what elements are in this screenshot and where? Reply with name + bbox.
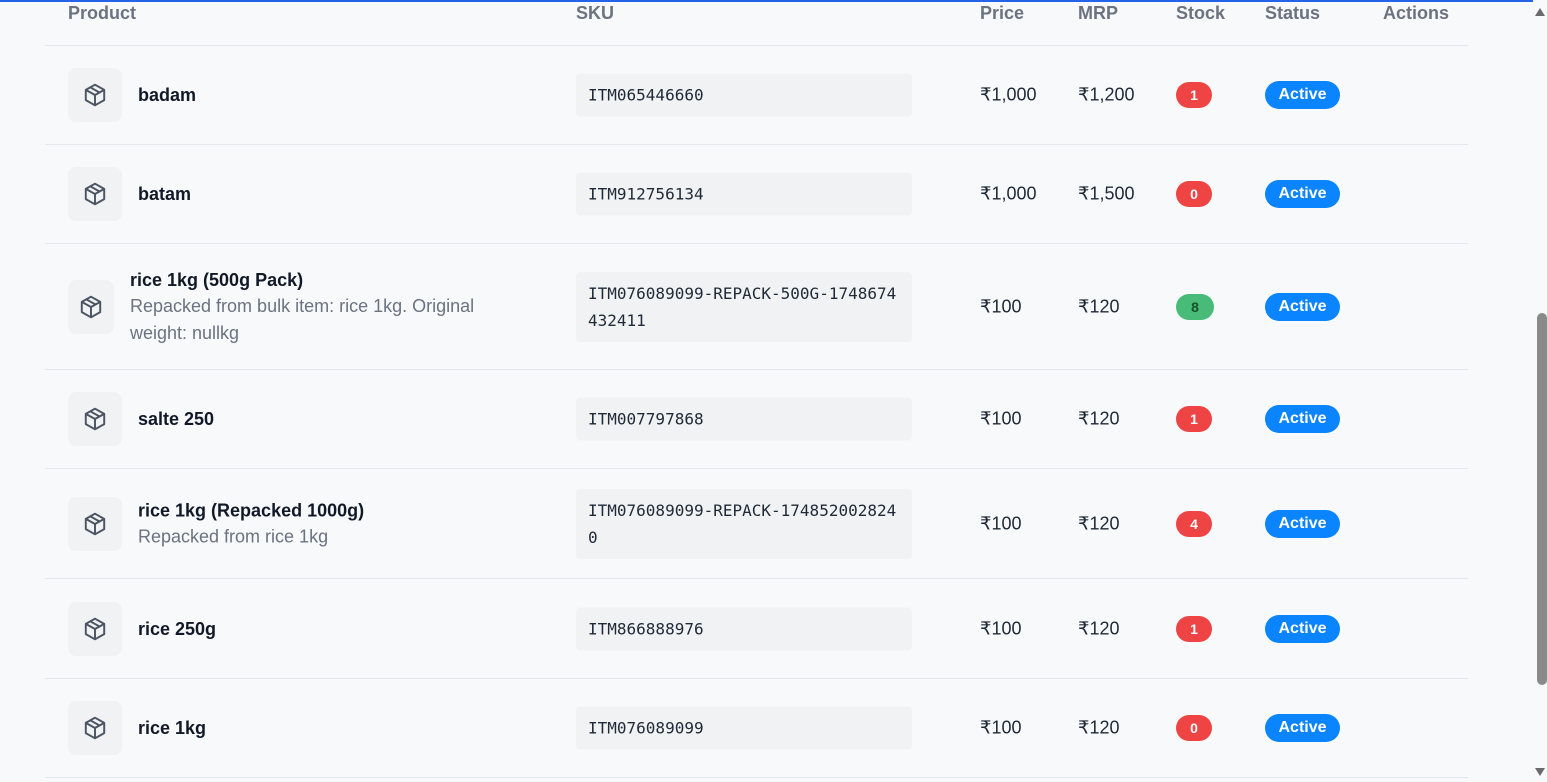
table-row[interactable]: rice 1kg (Repacked 1000g) Repacked from r… (45, 469, 1468, 579)
products-table: Product SKU Price MRP Stock Status Actio… (45, 0, 1468, 778)
table-row[interactable]: salte 250 ITM007797868 ₹100 ₹120 1 Active (45, 370, 1468, 469)
product-list-page: Product SKU Price MRP Stock Status Actio… (0, 0, 1547, 782)
sku-code: ITM076089099-REPACK-1748520028240 (576, 488, 912, 559)
product-info: rice 250g (138, 616, 528, 642)
status-badge[interactable]: Active (1265, 292, 1340, 321)
price-value: ₹100 (980, 513, 1022, 533)
header-actions: Actions (1383, 3, 1450, 23)
vertical-scrollbar[interactable] (1533, 0, 1547, 782)
status-badge[interactable]: Active (1265, 614, 1340, 643)
product-name[interactable]: rice 1kg (500g Pack) (130, 267, 520, 293)
package-icon (68, 392, 122, 446)
price-value: ₹100 (980, 618, 1022, 638)
package-icon (68, 701, 122, 755)
price-value: ₹100 (980, 296, 1022, 316)
product-name[interactable]: salte 250 (138, 406, 528, 432)
mrp-value: ₹1,200 (1078, 84, 1135, 105)
table-row[interactable]: rice 1kg (500g Pack) Repacked from bulk i… (45, 244, 1468, 370)
scroll-down-arrow-icon[interactable] (1535, 768, 1545, 776)
product-info: rice 1kg (138, 715, 528, 741)
stock-badge: 0 (1176, 715, 1212, 741)
sku-code: ITM065446660 (576, 73, 912, 117)
package-icon (68, 601, 122, 656)
header-price[interactable]: Price (980, 3, 1024, 24)
product-info: badam (138, 82, 528, 108)
table-row[interactable]: badam ITM065446660 ₹1,000 ₹1,200 1 Active (45, 46, 1468, 145)
status-badge[interactable]: Active (1265, 405, 1340, 433)
product-name[interactable]: badam (138, 82, 528, 108)
product-name[interactable]: rice 250g (138, 616, 528, 642)
product-info: salte 250 (138, 406, 528, 432)
header-product[interactable]: Product (68, 3, 136, 24)
table-body: badam ITM065446660 ₹1,000 ₹1,200 1 Active bata… (45, 46, 1468, 778)
status-badge[interactable]: Active (1265, 714, 1340, 742)
package-icon (68, 496, 122, 551)
product-info: batam (138, 181, 528, 207)
price-value: ₹1,000 (980, 84, 1037, 105)
stock-badge: 1 (1176, 615, 1212, 642)
mrp-value: ₹120 (1078, 408, 1120, 429)
header-status[interactable]: Status (1265, 3, 1320, 24)
table-row[interactable]: rice 1kg ITM076089099 ₹100 ₹120 0 Active (45, 679, 1468, 778)
mrp-value: ₹120 (1078, 618, 1120, 638)
product-name[interactable]: rice 1kg (Repacked 1000g) (138, 497, 528, 523)
header-stock[interactable]: Stock (1176, 3, 1225, 24)
package-icon (68, 68, 122, 122)
sku-code: ITM007797868 (576, 397, 912, 441)
product-name[interactable]: rice 1kg (138, 715, 528, 741)
scroll-thumb[interactable] (1537, 313, 1547, 685)
table-row[interactable]: batam ITM912756134 ₹1,000 ₹1,500 0 Active (45, 145, 1468, 244)
mrp-value: ₹120 (1078, 513, 1120, 533)
scroll-up-arrow-icon[interactable] (1535, 8, 1545, 16)
product-description: Repacked from rice 1kg (138, 526, 329, 546)
status-badge[interactable]: Active (1265, 180, 1340, 208)
stock-badge: 1 (1176, 406, 1212, 432)
product-info: rice 1kg (Repacked 1000g) Repacked from r… (138, 497, 528, 550)
stock-badge: 0 (1176, 181, 1212, 207)
product-info: rice 1kg (500g Pack) Repacked from bulk i… (130, 267, 520, 347)
sku-code: ITM866888976 (576, 607, 912, 650)
table-header: Product SKU Price MRP Stock Status Actio… (45, 0, 1468, 46)
package-icon (68, 279, 114, 334)
price-value: ₹100 (980, 408, 1022, 429)
price-value: ₹1,000 (980, 183, 1037, 204)
stock-badge: 8 (1176, 293, 1214, 320)
package-icon (68, 167, 122, 221)
stock-badge: 4 (1176, 510, 1212, 537)
stock-badge: 1 (1176, 82, 1212, 108)
sku-code: ITM912756134 (576, 172, 912, 216)
mrp-value: ₹1,500 (1078, 183, 1135, 204)
product-description: Repacked from bulk item: rice 1kg. Origi… (130, 295, 475, 343)
status-badge[interactable]: Active (1265, 81, 1340, 109)
header-mrp[interactable]: MRP (1078, 3, 1118, 24)
mrp-value: ₹120 (1078, 296, 1120, 316)
status-badge[interactable]: Active (1265, 509, 1340, 538)
mrp-value: ₹120 (1078, 717, 1120, 738)
sku-code: ITM076089099-REPACK-500G-1748674432411 (576, 271, 912, 342)
table-row[interactable]: rice 250g ITM866888976 ₹100 ₹120 1 Active (45, 579, 1468, 679)
price-value: ₹100 (980, 717, 1022, 738)
product-name[interactable]: batam (138, 181, 528, 207)
header-sku[interactable]: SKU (576, 3, 614, 24)
sku-code: ITM076089099 (576, 706, 912, 750)
